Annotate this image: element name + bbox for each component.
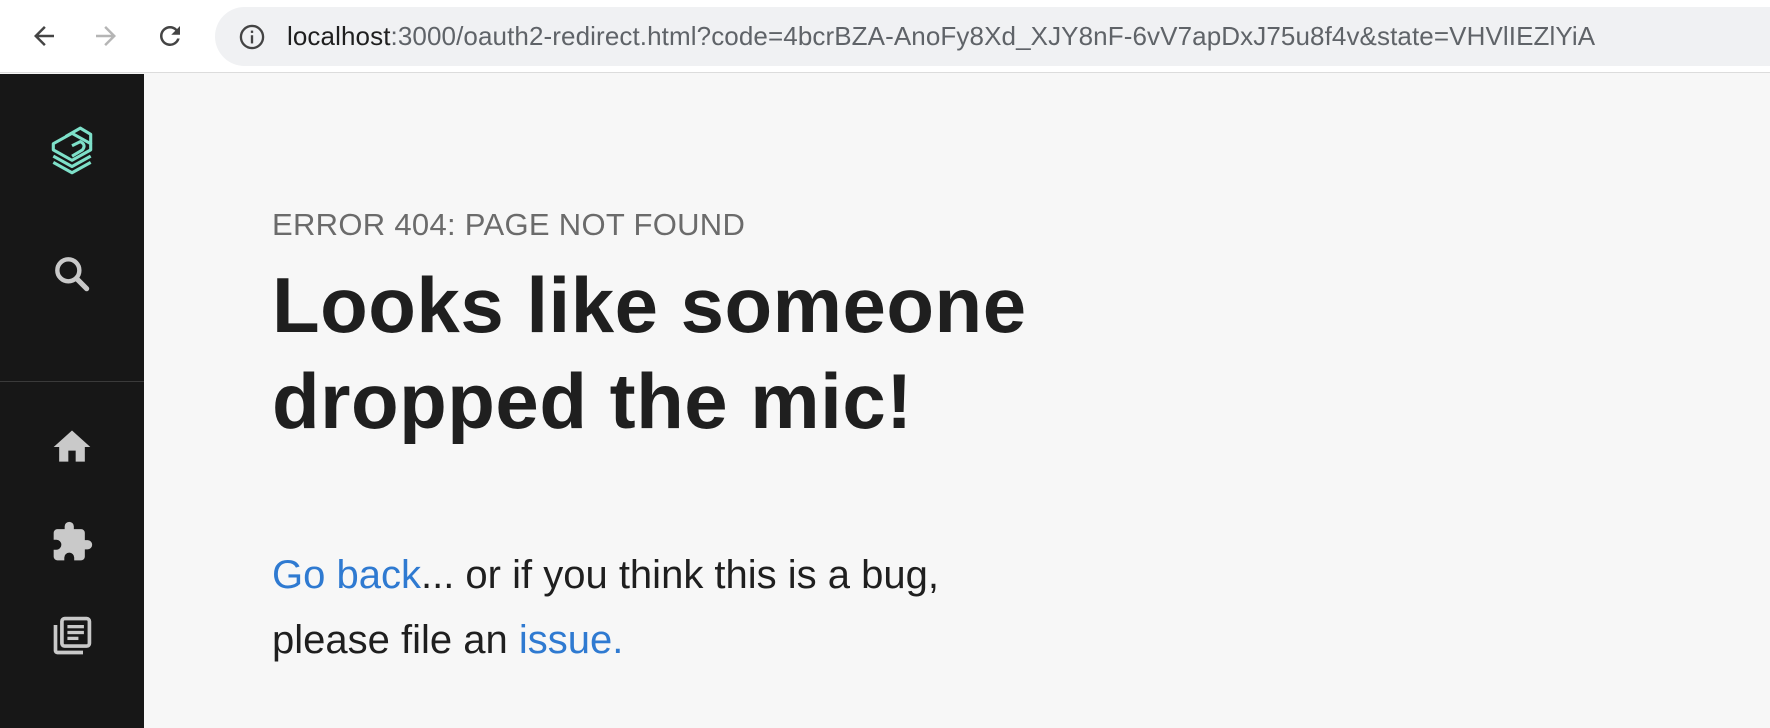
headline-line-2: dropped the mic! — [272, 357, 913, 445]
puzzle-icon[interactable] — [44, 514, 100, 570]
sidebar-divider — [0, 381, 144, 382]
forward-button[interactable] — [84, 14, 128, 58]
go-back-link[interactable]: Go back — [272, 553, 421, 597]
home-icon[interactable] — [44, 419, 100, 475]
error-message: Go back... or if you think this is a bug… — [272, 543, 1172, 673]
sidebar — [0, 74, 144, 728]
logo-icon[interactable] — [44, 124, 100, 180]
arrow-right-icon — [96, 26, 116, 46]
reload-button[interactable] — [148, 14, 192, 58]
browser-toolbar: localhost:3000/oauth2-redirect.html?code… — [0, 0, 1770, 73]
address-bar[interactable]: localhost:3000/oauth2-redirect.html?code… — [215, 7, 1770, 66]
message-text-1: ... or if you think this is a bug, — [420, 553, 939, 597]
info-icon[interactable] — [237, 22, 267, 52]
page-title: Looks like someone dropped the mic! — [272, 257, 1272, 449]
error-content: ERROR 404: PAGE NOT FOUND Looks like som… — [272, 205, 1272, 449]
reload-icon — [160, 26, 180, 46]
url-text[interactable]: localhost:3000/oauth2-redirect.html?code… — [287, 21, 1595, 52]
message-text-2: please file an — [272, 618, 519, 662]
back-button[interactable] — [22, 14, 66, 58]
issue-link[interactable]: issue. — [519, 618, 624, 662]
search-icon[interactable] — [44, 246, 100, 302]
docs-icon[interactable] — [44, 608, 100, 664]
url-host: localhost — [287, 21, 391, 51]
error-code-label: ERROR 404: PAGE NOT FOUND — [272, 207, 746, 242]
arrow-left-icon — [34, 26, 54, 46]
headline-line-1: Looks like someone — [272, 261, 1027, 349]
url-path: :3000/oauth2-redirect.html?code=4bcrBZA-… — [390, 21, 1596, 51]
